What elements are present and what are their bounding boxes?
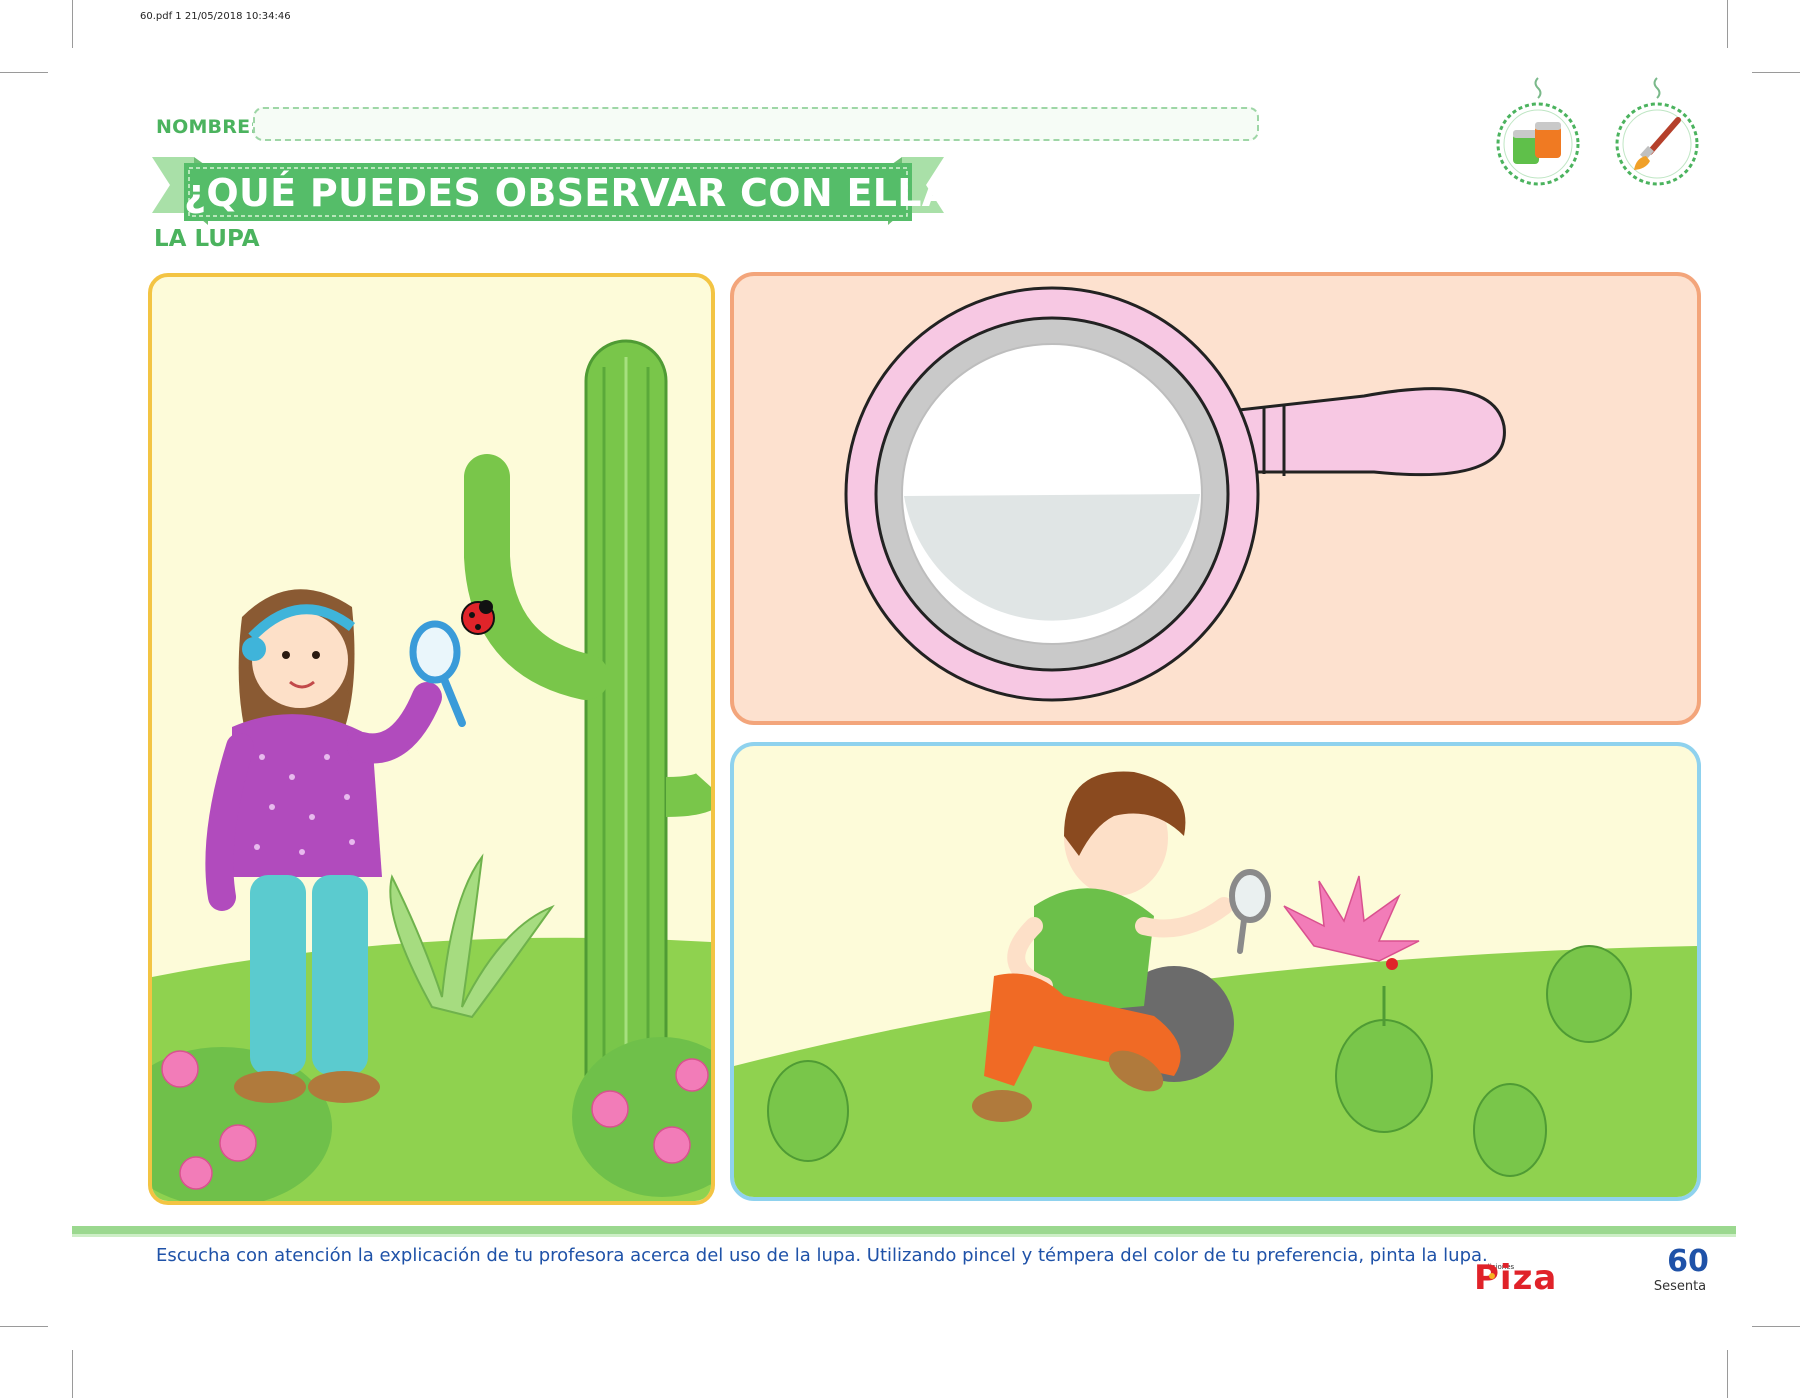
scene-panel-boy: [730, 742, 1701, 1201]
paint-jars-icon: [1496, 77, 1580, 186]
file-info: 60.pdf 1 21/05/2018 10:34:46: [140, 11, 291, 22]
crop-mark: [1727, 0, 1728, 48]
crop-mark: [72, 0, 73, 48]
crop-mark: [1727, 1350, 1728, 1398]
crop-mark: [0, 72, 48, 73]
publisher-logo-dot: [1489, 1273, 1495, 1279]
page-title: ¿QUÉ PUEDES OBSERVAR CON ELLA?: [184, 171, 974, 215]
publisher-logo: Piza: [1474, 1258, 1558, 1298]
page-number-word: Sesenta: [1653, 1279, 1707, 1294]
name-field[interactable]: [253, 107, 1259, 141]
scene-panel-girl: [148, 273, 715, 1205]
magnifier-coloring-panel: [730, 272, 1701, 725]
boy-flower-illustration: [734, 771, 1697, 1197]
footer-divider-light: [72, 1234, 1736, 1237]
magnifying-glass-icon: [844, 286, 1506, 702]
crop-mark: [1752, 72, 1800, 73]
girl-cactus-illustration: [152, 339, 711, 1201]
page-number: 60: [1667, 1244, 1709, 1279]
name-label: NOMBRE:: [156, 116, 259, 138]
footer-divider: [72, 1226, 1736, 1234]
page-subtitle: LA LUPA: [154, 226, 260, 252]
paintbrush-icon: [1615, 77, 1699, 186]
crop-mark: [1752, 1326, 1800, 1327]
crop-mark: [72, 1350, 73, 1398]
instruction-text: Escucha con atención la explicación de t…: [156, 1245, 1488, 1266]
crop-mark: [0, 1326, 48, 1327]
